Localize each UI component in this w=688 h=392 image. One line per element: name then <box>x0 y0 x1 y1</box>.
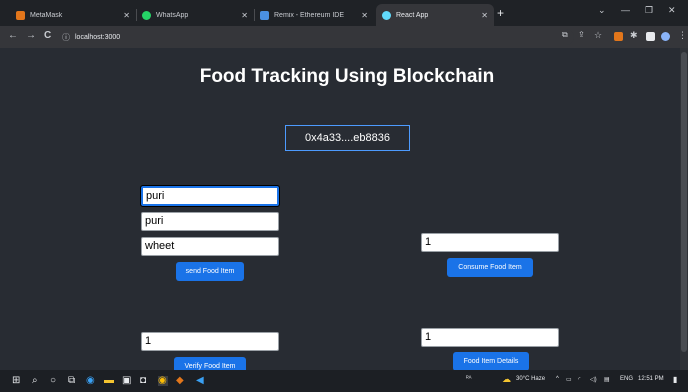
close-window-icon[interactable]: ✕ <box>668 5 676 16</box>
tab-title: MetaMask <box>30 11 63 19</box>
food-item-details-button[interactable]: Food Item Details <box>453 352 529 371</box>
details-id-input[interactable]: 1 <box>421 328 559 347</box>
tab-metamask[interactable]: MetaMask ✕ <box>10 4 136 26</box>
translate-icon[interactable]: ⧉ <box>562 30 568 40</box>
chrome-icon[interactable]: ◉ <box>158 376 168 386</box>
browser-tab-strip: MetaMask ✕ WhatsApp ✕ Remix - Ethereum I… <box>0 0 688 26</box>
people-icon[interactable]: ᴿᴬ <box>466 376 471 382</box>
notification-icon[interactable]: ▮ <box>673 375 677 384</box>
edge-icon[interactable]: ◉ <box>86 376 96 386</box>
ingredient-input[interactable]: wheet <box>141 237 279 256</box>
back-arrow-icon[interactable]: ← <box>8 30 18 41</box>
address-bar[interactable]: ⓘ localhost:3000 <box>62 29 574 45</box>
vscode-icon[interactable]: ◀ <box>196 376 206 386</box>
tab-title: Remix - Ethereum IDE <box>274 11 345 19</box>
tab-title: React App <box>396 11 429 19</box>
food-item-input[interactable]: puri <box>141 212 279 231</box>
tab-remix[interactable]: Remix - Ethereum IDE ✕ <box>254 4 374 26</box>
store-icon[interactable]: ▣ <box>122 376 132 386</box>
close-tab-icon[interactable]: ✕ <box>241 11 248 20</box>
new-tab-plus-icon[interactable]: + <box>497 6 504 20</box>
clock-time[interactable]: 12:51 PM <box>638 376 664 382</box>
weather-text[interactable]: 30°C Haze <box>516 376 545 382</box>
wifi-icon[interactable]: ◜ <box>578 376 580 383</box>
keyboard-icon[interactable]: ▤ <box>604 376 610 383</box>
task-view-icon[interactable]: ⧉ <box>68 376 78 386</box>
tab-title: WhatsApp <box>156 11 189 19</box>
account-address-box: 0x4a33....eb8836 <box>285 125 410 151</box>
search-icon[interactable]: ⌕ <box>32 376 42 386</box>
battery-icon[interactable]: ▭ <box>566 376 572 383</box>
weather-icon[interactable]: ☁ <box>502 374 511 385</box>
food-name-input[interactable]: puri <box>140 185 280 207</box>
tab-react-app[interactable]: React App ✕ <box>376 4 494 26</box>
whatsapp-icon <box>142 10 151 20</box>
language-indicator[interactable]: ENG <box>620 376 633 382</box>
tray-chevron-icon[interactable]: ^ <box>556 376 559 382</box>
cortana-icon[interactable]: ○ <box>50 376 60 386</box>
close-tab-icon[interactable]: ✕ <box>361 11 368 20</box>
consume-id-input[interactable]: 1 <box>421 233 559 252</box>
profile-avatar-icon[interactable] <box>661 32 670 41</box>
minimize-icon[interactable]: — <box>621 5 630 15</box>
send-food-item-button[interactable]: send Food Item <box>176 262 244 281</box>
more-menu-icon[interactable]: ⋮ <box>678 30 687 41</box>
windows-start-icon[interactable]: ⊞ <box>12 376 22 386</box>
sidepanel-icon[interactable] <box>646 32 655 41</box>
page-content: Food Tracking Using Blockchain 0x4a33...… <box>0 48 688 376</box>
page-scrollbar[interactable] <box>680 48 688 370</box>
restore-icon[interactable]: ❐ <box>645 5 653 16</box>
file-explorer-icon[interactable]: ▬ <box>104 376 114 386</box>
url-text: localhost:3000 <box>75 33 121 41</box>
windows-taskbar: ⊞ ⌕ ○ ⧉ ◉ ▬ ▣ ◘ ◉ ◆ ◀ ᴿᴬ ☁ 30°C Haze ^ ▭… <box>0 370 688 392</box>
volume-icon[interactable]: ◁) <box>590 376 597 383</box>
extensions-puzzle-icon[interactable]: ✱ <box>630 30 638 41</box>
consume-food-item-button[interactable]: Consume Food Item <box>447 258 533 277</box>
react-icon <box>382 10 391 20</box>
metamask-extension-icon[interactable] <box>614 32 623 41</box>
scrollbar-thumb[interactable] <box>681 52 687 352</box>
close-tab-icon[interactable]: ✕ <box>481 11 488 20</box>
metamask-app-icon[interactable]: ◆ <box>176 376 186 386</box>
share-icon[interactable]: ⇪ <box>578 30 585 39</box>
tab-search-chevron-icon[interactable]: ⌄ <box>598 5 606 16</box>
forward-arrow-icon[interactable]: → <box>26 30 36 41</box>
site-info-icon[interactable]: ⓘ <box>62 32 70 43</box>
reload-icon[interactable]: C <box>44 30 51 41</box>
metamask-fox-icon <box>16 10 25 20</box>
page-title: Food Tracking Using Blockchain <box>199 66 495 87</box>
verify-id-input[interactable]: 1 <box>141 332 279 351</box>
bookmark-star-icon[interactable]: ☆ <box>594 30 602 41</box>
browser-toolbar: ← → C ⓘ localhost:3000 ⧉ ⇪ ☆ ✱ ⋮ <box>0 26 688 48</box>
tab-whatsapp[interactable]: WhatsApp ✕ <box>136 4 254 26</box>
close-tab-icon[interactable]: ✕ <box>123 11 130 20</box>
mail-icon[interactable]: ◘ <box>140 376 150 386</box>
remix-icon <box>260 10 269 20</box>
